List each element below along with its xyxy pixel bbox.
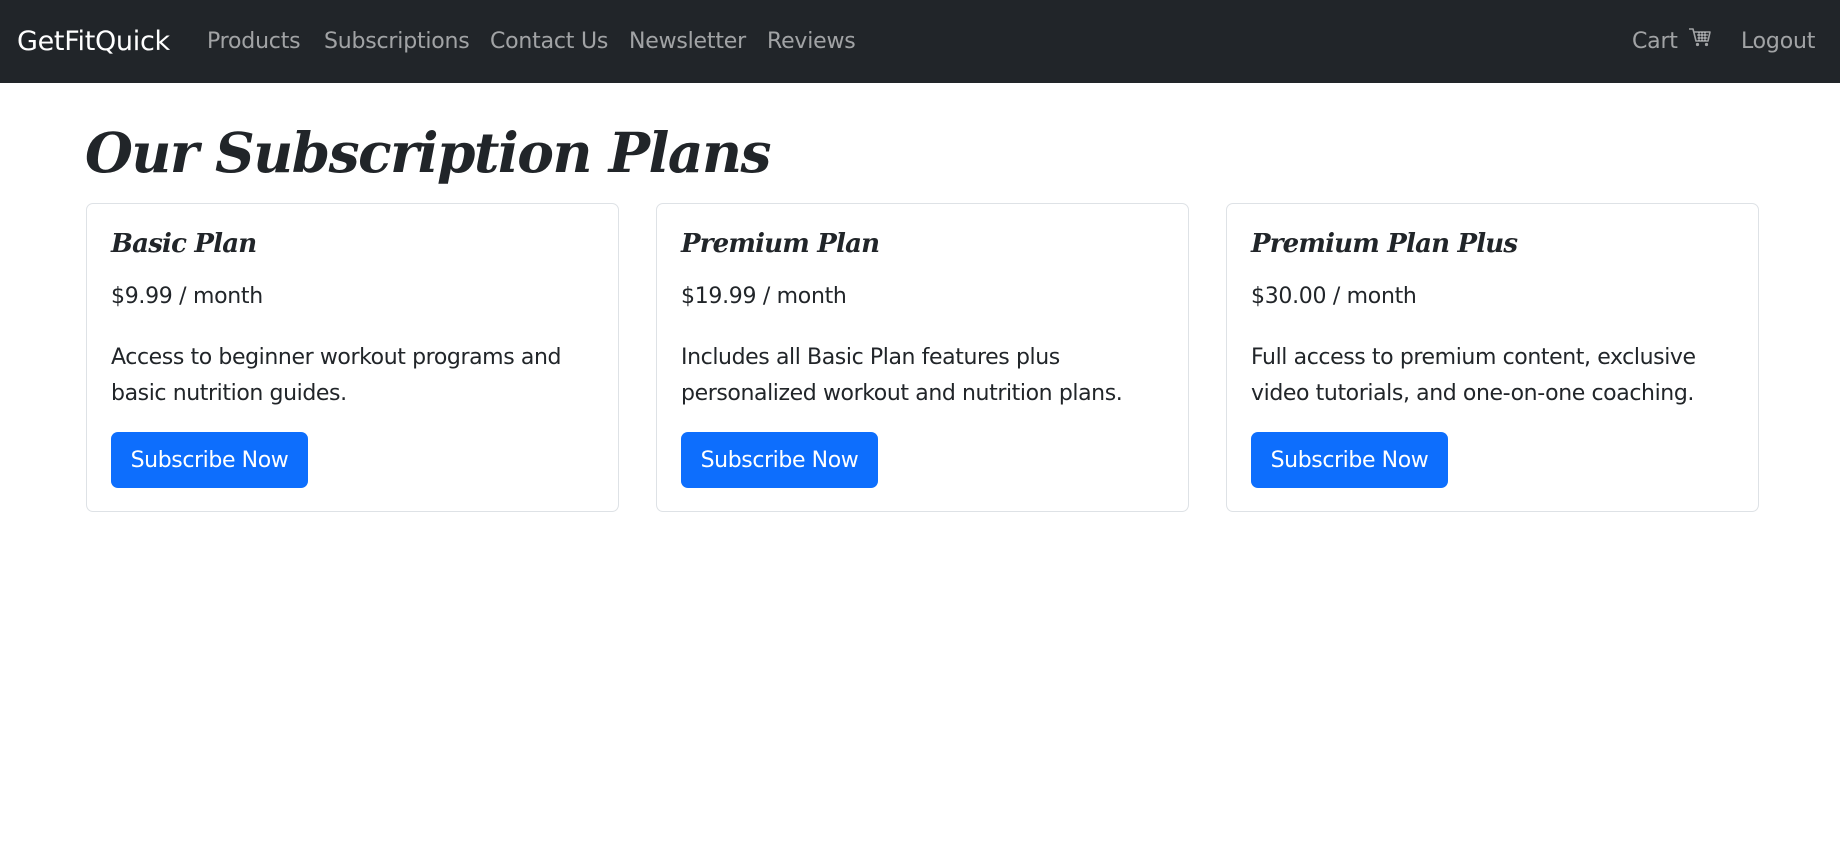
nav-link-reviews[interactable]: Reviews	[767, 0, 856, 83]
plan-price: $19.99 / month	[681, 284, 847, 309]
plan-price: $9.99 / month	[111, 284, 263, 309]
plan-description: Includes all Basic Plan features plus pe…	[681, 345, 1123, 406]
page-title: Our Subscription Plans	[85, 120, 771, 185]
plan-card-basic: Basic Plan $9.99 / month Access to begin…	[86, 203, 619, 512]
plan-name: Basic Plan	[111, 229, 257, 259]
brand-link[interactable]: GetFitQuick	[17, 0, 170, 83]
nav-link-cart[interactable]: Cart	[1632, 0, 1712, 83]
plan-description: Full access to premium content, exclusiv…	[1251, 345, 1696, 406]
plan-card-premium-plus: Premium Plan Plus $30.00 / month Full ac…	[1226, 203, 1759, 512]
navbar: GetFitQuick Products Subscriptions Conta…	[0, 0, 1840, 83]
cart-icon	[1688, 0, 1712, 82]
cart-label: Cart	[1632, 29, 1678, 54]
nav-link-newsletter[interactable]: Newsletter	[629, 0, 746, 83]
nav-link-contact-us[interactable]: Contact Us	[490, 0, 608, 83]
subscribe-button[interactable]: Subscribe Now	[681, 432, 878, 488]
subscribe-button[interactable]: Subscribe Now	[1251, 432, 1448, 488]
plan-price: $30.00 / month	[1251, 284, 1417, 309]
plan-name: Premium Plan	[681, 229, 880, 259]
nav-link-products[interactable]: Products	[207, 0, 301, 83]
nav-link-logout[interactable]: Logout	[1741, 0, 1815, 83]
plan-card-premium: Premium Plan $19.99 / month Includes all…	[656, 203, 1189, 512]
plan-name: Premium Plan Plus	[1251, 229, 1518, 259]
plan-description: Access to beginner workout programs and …	[111, 345, 562, 406]
subscribe-button[interactable]: Subscribe Now	[111, 432, 308, 488]
nav-link-subscriptions[interactable]: Subscriptions	[324, 0, 470, 83]
